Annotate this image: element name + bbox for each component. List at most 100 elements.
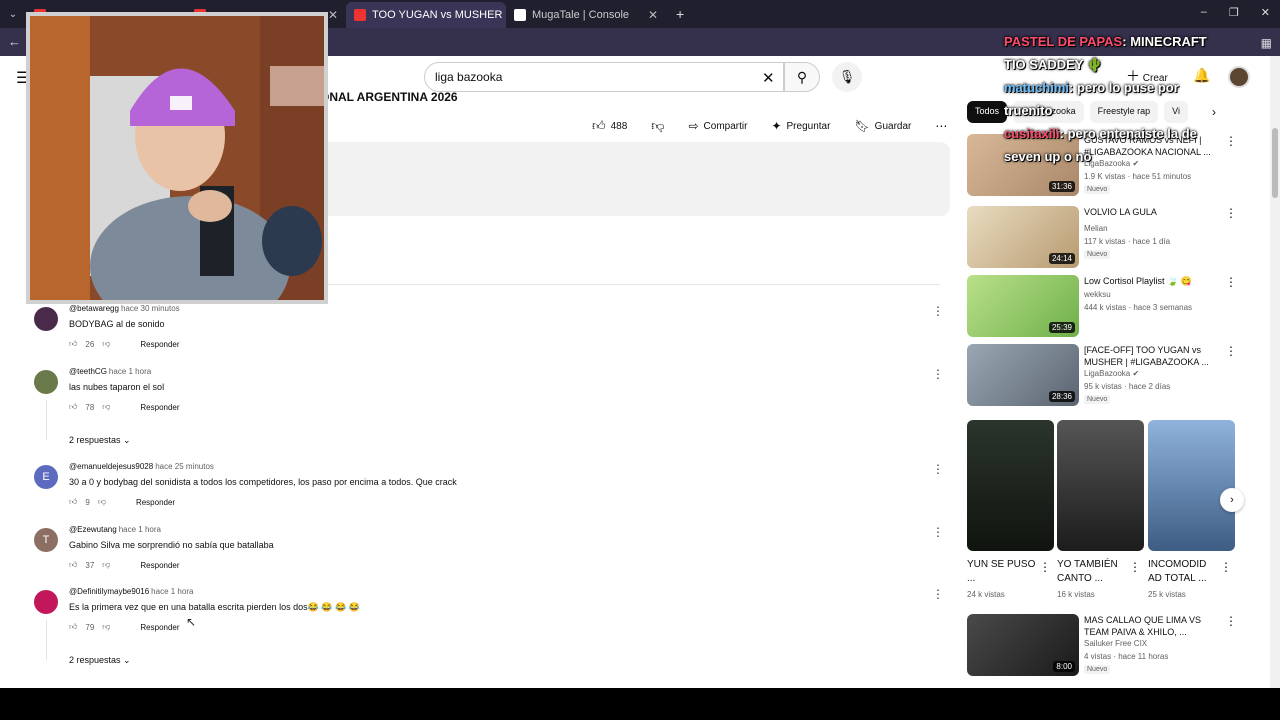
channel-name[interactable]: LigaBazooka ✔ bbox=[1084, 369, 1139, 378]
reply-button[interactable]: Responder bbox=[140, 623, 179, 632]
show-replies-button[interactable]: 2 respuestas ⌄ bbox=[69, 435, 131, 446]
more-vertical-icon[interactable]: ⋮ bbox=[1225, 344, 1237, 358]
tab-list-chevron-icon[interactable]: ⌄ bbox=[0, 9, 26, 20]
thumbs-down-icon[interactable]: 👎︎ bbox=[102, 339, 110, 349]
avatar[interactable] bbox=[34, 590, 58, 614]
recommended-video[interactable]: 28:36 [FACE-OFF] TOO YUGAN vs MUSHER | #… bbox=[967, 344, 1237, 408]
video-thumbnail[interactable]: 8:00 bbox=[967, 614, 1079, 676]
thumbs-up-icon: 👍︎ bbox=[592, 118, 606, 133]
comment-author[interactable]: @teethCG bbox=[69, 367, 107, 376]
new-tab-button[interactable]: + bbox=[676, 6, 684, 22]
comment-time[interactable]: hace 30 minutos bbox=[121, 304, 180, 313]
tab-active[interactable]: TOO YUGAN vs MUSHER | #LIG✕ bbox=[346, 2, 506, 28]
avatar[interactable] bbox=[34, 370, 58, 394]
search-button[interactable]: ⚲ bbox=[784, 62, 820, 92]
more-vertical-icon[interactable]: ⋮ bbox=[1225, 614, 1237, 628]
avatar[interactable]: T bbox=[34, 528, 58, 552]
video-thumbnail[interactable]: 24:14 bbox=[967, 206, 1079, 268]
tab-mugatale[interactable]: MugaTale | Console ✕ bbox=[506, 2, 666, 28]
reply-button[interactable]: Responder bbox=[140, 561, 179, 570]
thumbs-down-icon[interactable]: 👎︎ bbox=[98, 497, 106, 507]
recommended-video[interactable]: 8:00 MAS CALLAO QUE LIMA VS TEAM PAIVA &… bbox=[967, 614, 1237, 678]
more-vertical-icon[interactable]: ⋮ bbox=[932, 587, 944, 601]
more-vertical-icon[interactable]: ⋮ bbox=[1039, 560, 1051, 574]
video-thumbnail[interactable]: 25:39 bbox=[967, 275, 1079, 337]
comment-time[interactable]: hace 25 minutos bbox=[155, 462, 214, 471]
reply-button[interactable]: Responder bbox=[136, 498, 175, 507]
short-video[interactable]: YUN SE PUSO ... 24 k vistas ⋮ bbox=[967, 420, 1055, 600]
video-thumbnail[interactable]: 28:36 bbox=[967, 344, 1079, 406]
more-vertical-icon[interactable]: ⋮ bbox=[932, 462, 944, 476]
thumbs-down-icon[interactable]: 👎︎ bbox=[102, 560, 110, 570]
short-video[interactable]: YO TAMBIÉN CANTO ... 16 k vistas ⋮ bbox=[1057, 420, 1145, 600]
chip-all[interactable]: Todos bbox=[967, 101, 1008, 123]
channel-name[interactable]: Melian bbox=[1084, 224, 1108, 233]
more-vertical-icon[interactable]: ⋮ bbox=[932, 304, 944, 318]
short-views: 24 k vistas bbox=[967, 590, 1005, 599]
divider bbox=[320, 284, 940, 285]
channel-name[interactable]: Sailuker Free CIX bbox=[1084, 639, 1147, 648]
video-title[interactable]: [FACE-OFF] TOO YUGAN vs MUSHER | #LIGABA… bbox=[1084, 344, 1214, 368]
search-input[interactable]: liga bazooka bbox=[424, 62, 784, 92]
maximize-button[interactable]: ❐ bbox=[1229, 6, 1239, 19]
thumbs-up-icon[interactable]: 👍︎ bbox=[69, 339, 77, 349]
reply-button[interactable]: Responder bbox=[140, 340, 179, 349]
recommended-video[interactable]: 24:14 VOLVIO LA GULA Melian 117 k vistas… bbox=[967, 206, 1237, 270]
channel-name[interactable]: wekksu bbox=[1084, 290, 1111, 299]
thumbs-up-icon[interactable]: 👍︎ bbox=[69, 622, 77, 632]
chevron-right-icon[interactable]: › bbox=[1220, 488, 1244, 512]
more-vertical-icon[interactable]: ⋮ bbox=[1225, 275, 1237, 289]
clear-search-icon[interactable]: ✕ bbox=[762, 69, 775, 87]
thumbs-down-icon[interactable]: 👎︎ bbox=[102, 622, 110, 632]
new-badge: Nuevo bbox=[1084, 185, 1111, 194]
thumbs-up-icon[interactable]: 👍︎ bbox=[69, 402, 77, 412]
voice-search-button[interactable]: 🎙 bbox=[832, 62, 862, 92]
comment-time[interactable]: hace 1 hora bbox=[109, 367, 151, 376]
avatar[interactable]: E bbox=[34, 465, 58, 489]
comment-time[interactable]: hace 1 hora bbox=[151, 587, 193, 596]
more-vertical-icon[interactable]: ⋮ bbox=[1225, 206, 1237, 220]
like-button[interactable]: 👍︎ 488 bbox=[584, 114, 636, 138]
more-actions-button[interactable]: ⋯ bbox=[927, 114, 956, 138]
more-vertical-icon[interactable]: ⋮ bbox=[932, 525, 944, 539]
comment-time[interactable]: hace 1 hora bbox=[119, 525, 161, 534]
video-description[interactable] bbox=[320, 142, 950, 216]
short-title[interactable]: YUN SE PUSO ... bbox=[967, 558, 1037, 586]
video-title[interactable]: MAS CALLAO QUE LIMA VS TEAM PAIVA & XHIL… bbox=[1084, 614, 1214, 638]
youtube-favicon-icon bbox=[354, 9, 366, 21]
more-horizontal-icon: ⋯ bbox=[935, 119, 948, 133]
thumbs-up-icon[interactable]: 👍︎ bbox=[69, 497, 77, 507]
show-replies-button[interactable]: 2 respuestas ⌄ bbox=[69, 655, 131, 666]
ask-button[interactable]: ✦ Preguntar bbox=[763, 114, 839, 138]
comment-author[interactable]: @betawaregg bbox=[69, 304, 119, 313]
chevron-down-icon: ⌄ bbox=[123, 655, 131, 665]
short-thumbnail[interactable] bbox=[1057, 420, 1144, 551]
more-vertical-icon[interactable]: ⋮ bbox=[1220, 560, 1232, 574]
reply-button[interactable]: Responder bbox=[140, 403, 179, 412]
back-arrow-icon[interactable]: ← bbox=[8, 34, 21, 49]
more-vertical-icon[interactable]: ⋮ bbox=[932, 367, 944, 381]
minimize-button[interactable]: – bbox=[1201, 6, 1207, 19]
video-title[interactable]: Low Cortisol Playlist 🍃 😋 bbox=[1084, 275, 1214, 287]
short-video[interactable]: INCOMODID AD TOTAL ... 25 k vistas ⋮ bbox=[1148, 420, 1236, 600]
comment-author[interactable]: @emanueldejesus9028 bbox=[69, 462, 153, 471]
avatar[interactable] bbox=[34, 307, 58, 331]
short-thumbnail[interactable] bbox=[967, 420, 1054, 551]
comment-author[interactable]: @Ezewutang bbox=[69, 525, 117, 534]
more-vertical-icon[interactable]: ⋮ bbox=[1129, 560, 1141, 574]
save-button[interactable]: 🔖︎ Guardar bbox=[846, 114, 920, 138]
recommended-video[interactable]: 25:39 Low Cortisol Playlist 🍃 😋 wekksu 4… bbox=[967, 275, 1237, 339]
short-title[interactable]: INCOMODID AD TOTAL ... bbox=[1148, 558, 1218, 586]
short-thumbnail[interactable] bbox=[1148, 420, 1235, 551]
video-title[interactable]: VOLVIO LA GULA bbox=[1084, 206, 1214, 218]
thumbs-up-icon[interactable]: 👍︎ bbox=[69, 560, 77, 570]
dislike-button[interactable]: 👎︎ bbox=[643, 114, 673, 138]
share-button[interactable]: ⇨ Compartir bbox=[680, 114, 756, 138]
window-controls: – ❐ ✕ bbox=[1201, 6, 1270, 19]
close-tab-icon[interactable]: ✕ bbox=[642, 8, 658, 22]
mic-icon: 🎙 bbox=[838, 69, 856, 84]
comment-author[interactable]: @Definitilymaybe9016 bbox=[69, 587, 149, 596]
short-title[interactable]: YO TAMBIÉN CANTO ... bbox=[1057, 558, 1127, 586]
close-window-button[interactable]: ✕ bbox=[1261, 6, 1270, 19]
thumbs-down-icon[interactable]: 👎︎ bbox=[102, 402, 110, 412]
